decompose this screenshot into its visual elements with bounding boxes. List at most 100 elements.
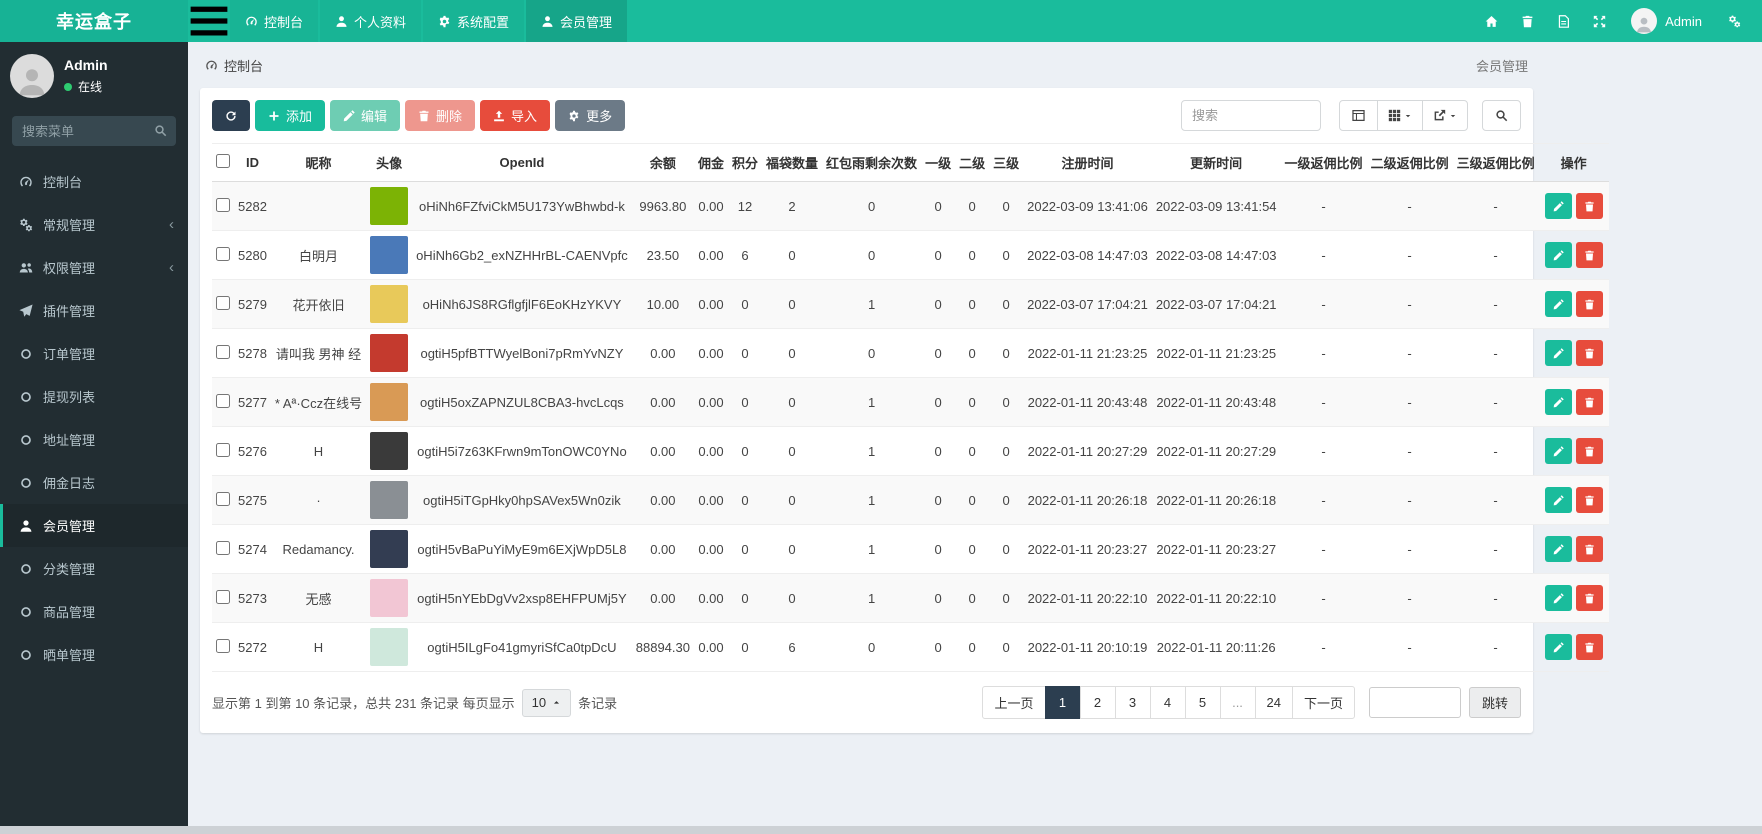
page-button-1[interactable]: 1 bbox=[1044, 686, 1081, 719]
edit-row-button[interactable] bbox=[1544, 634, 1572, 660]
row-checkbox[interactable] bbox=[216, 295, 230, 310]
sidebar-item-订单管理[interactable]: 订单管理 bbox=[0, 332, 188, 375]
nav-tab-user[interactable]: 个人资料 bbox=[320, 0, 422, 42]
column-header[interactable]: ID bbox=[234, 143, 271, 182]
page-button-5[interactable]: 5 bbox=[1184, 686, 1221, 719]
row-checkbox[interactable] bbox=[216, 344, 230, 359]
next-page-button[interactable]: 下一页 bbox=[1291, 686, 1355, 719]
delete-button[interactable]: 删除 bbox=[405, 100, 476, 131]
row-checkbox[interactable] bbox=[216, 589, 230, 604]
sidebar-item-插件管理[interactable]: 插件管理 bbox=[0, 289, 188, 332]
delete-row-button[interactable] bbox=[1575, 536, 1603, 562]
column-header[interactable]: 头像 bbox=[366, 143, 413, 182]
export-button[interactable] bbox=[1422, 100, 1468, 131]
column-header[interactable]: 余额 bbox=[631, 143, 694, 182]
sidebar-item-商品管理[interactable]: 商品管理 bbox=[0, 590, 188, 633]
detail-view-button[interactable] bbox=[1339, 100, 1378, 131]
page-button-...[interactable]: ... bbox=[1219, 686, 1256, 719]
sidebar-item-佣金日志[interactable]: 佣金日志 bbox=[0, 461, 188, 504]
page-button-3[interactable]: 3 bbox=[1114, 686, 1151, 719]
edit-row-button[interactable] bbox=[1544, 340, 1572, 366]
settings-cogs-icon[interactable] bbox=[1716, 0, 1752, 42]
edit-row-button[interactable] bbox=[1544, 536, 1572, 562]
sidebar-item-分类管理[interactable]: 分类管理 bbox=[0, 547, 188, 590]
more-button[interactable]: 更多 bbox=[555, 100, 626, 131]
table-search-button[interactable] bbox=[1482, 100, 1521, 131]
column-header[interactable]: 二级返佣比例 bbox=[1366, 143, 1453, 182]
delete-row-button[interactable] bbox=[1575, 585, 1603, 611]
sidebar-item-控制台[interactable]: 控制台 bbox=[0, 160, 188, 203]
delete-row-button[interactable] bbox=[1575, 291, 1603, 317]
page-button-2[interactable]: 2 bbox=[1079, 686, 1116, 719]
page-button-24[interactable]: 24 bbox=[1254, 686, 1293, 719]
delete-row-button[interactable] bbox=[1575, 438, 1603, 464]
row-checkbox[interactable] bbox=[216, 540, 230, 555]
columns-button[interactable] bbox=[1377, 100, 1423, 131]
hamburger-menu-icon[interactable] bbox=[188, 0, 230, 42]
column-header[interactable]: 二级 bbox=[955, 143, 990, 182]
row-checkbox[interactable] bbox=[216, 638, 230, 653]
delete-row-button[interactable] bbox=[1575, 389, 1603, 415]
column-header[interactable]: OpenId bbox=[412, 143, 632, 182]
page-button-4[interactable]: 4 bbox=[1149, 686, 1186, 719]
edit-row-button[interactable] bbox=[1544, 389, 1572, 415]
brand-logo[interactable]: 幸运盒子 bbox=[0, 0, 188, 42]
delete-row-button[interactable] bbox=[1575, 242, 1603, 268]
column-header[interactable]: 操作 bbox=[1538, 143, 1609, 182]
row-checkbox[interactable] bbox=[216, 393, 230, 408]
edit-row-button[interactable] bbox=[1544, 585, 1572, 611]
nav-tab-user[interactable]: 会员管理 bbox=[526, 0, 628, 42]
sidebar-item-常规管理[interactable]: 常规管理 ‹ bbox=[0, 203, 188, 246]
breadcrumb-left[interactable]: 控制台 bbox=[224, 56, 263, 75]
select-all-checkbox[interactable] bbox=[216, 154, 230, 168]
sidebar-item-提现列表[interactable]: 提现列表 bbox=[0, 375, 188, 418]
home-icon[interactable] bbox=[1473, 0, 1509, 42]
column-header[interactable]: 佣金 bbox=[694, 143, 729, 182]
import-button[interactable]: 导入 bbox=[480, 100, 551, 131]
delete-row-button[interactable] bbox=[1575, 634, 1603, 660]
edit-button[interactable]: 编辑 bbox=[330, 100, 401, 131]
refresh-button[interactable] bbox=[212, 100, 250, 131]
column-header[interactable]: 积分 bbox=[728, 143, 763, 182]
row-checkbox[interactable] bbox=[216, 197, 230, 212]
column-header[interactable]: 三级 bbox=[989, 143, 1024, 182]
column-header[interactable]: 注册时间 bbox=[1023, 143, 1152, 182]
add-button[interactable]: 添加 bbox=[255, 100, 326, 131]
sidebar-item-晒单管理[interactable]: 晒单管理 bbox=[0, 633, 188, 676]
delete-row-button[interactable] bbox=[1575, 340, 1603, 366]
edit-row-button[interactable] bbox=[1544, 242, 1572, 268]
column-header[interactable]: 一级 bbox=[921, 143, 956, 182]
nav-tab-tachometer[interactable]: 控制台 bbox=[230, 0, 319, 42]
column-header[interactable]: 福袋数量 bbox=[762, 143, 823, 182]
sidebar-item-权限管理[interactable]: 权限管理 ‹ bbox=[0, 246, 188, 289]
prev-page-button[interactable]: 上一页 bbox=[982, 686, 1046, 719]
edit-row-button[interactable] bbox=[1544, 438, 1572, 464]
horizontal-scrollbar[interactable] bbox=[0, 826, 1762, 834]
search-icon[interactable] bbox=[154, 124, 167, 137]
trash-icon[interactable] bbox=[1509, 0, 1545, 42]
delete-row-button[interactable] bbox=[1575, 487, 1603, 513]
file-icon[interactable] bbox=[1545, 0, 1581, 42]
edit-row-button[interactable] bbox=[1544, 193, 1572, 219]
edit-row-button[interactable] bbox=[1544, 487, 1572, 513]
column-header[interactable]: 三级返佣比例 bbox=[1452, 143, 1539, 182]
column-header[interactable]: 昵称 bbox=[270, 143, 367, 182]
page-size-dropdown[interactable]: 10 bbox=[521, 688, 572, 717]
column-header[interactable]: 红包雨剩余次数 bbox=[822, 143, 922, 182]
column-header[interactable]: 一级返佣比例 bbox=[1280, 143, 1367, 182]
table-search-input[interactable] bbox=[1181, 100, 1321, 131]
expand-icon[interactable] bbox=[1581, 0, 1617, 42]
edit-row-button[interactable] bbox=[1544, 291, 1572, 317]
row-checkbox[interactable] bbox=[216, 246, 230, 261]
jump-page-input[interactable] bbox=[1368, 687, 1461, 718]
column-header[interactable]: 更新时间 bbox=[1151, 143, 1281, 182]
nav-tab-gear[interactable]: 系统配置 bbox=[423, 0, 525, 42]
delete-row-button[interactable] bbox=[1575, 193, 1603, 219]
sidebar-search-input[interactable] bbox=[12, 116, 176, 146]
user-menu[interactable]: Admin bbox=[1617, 8, 1716, 34]
row-checkbox[interactable] bbox=[216, 442, 230, 457]
jump-button[interactable]: 跳转 bbox=[1468, 687, 1521, 718]
sidebar-item-会员管理[interactable]: 会员管理 bbox=[0, 504, 188, 547]
sidebar-item-地址管理[interactable]: 地址管理 bbox=[0, 418, 188, 461]
row-checkbox[interactable] bbox=[216, 491, 230, 506]
